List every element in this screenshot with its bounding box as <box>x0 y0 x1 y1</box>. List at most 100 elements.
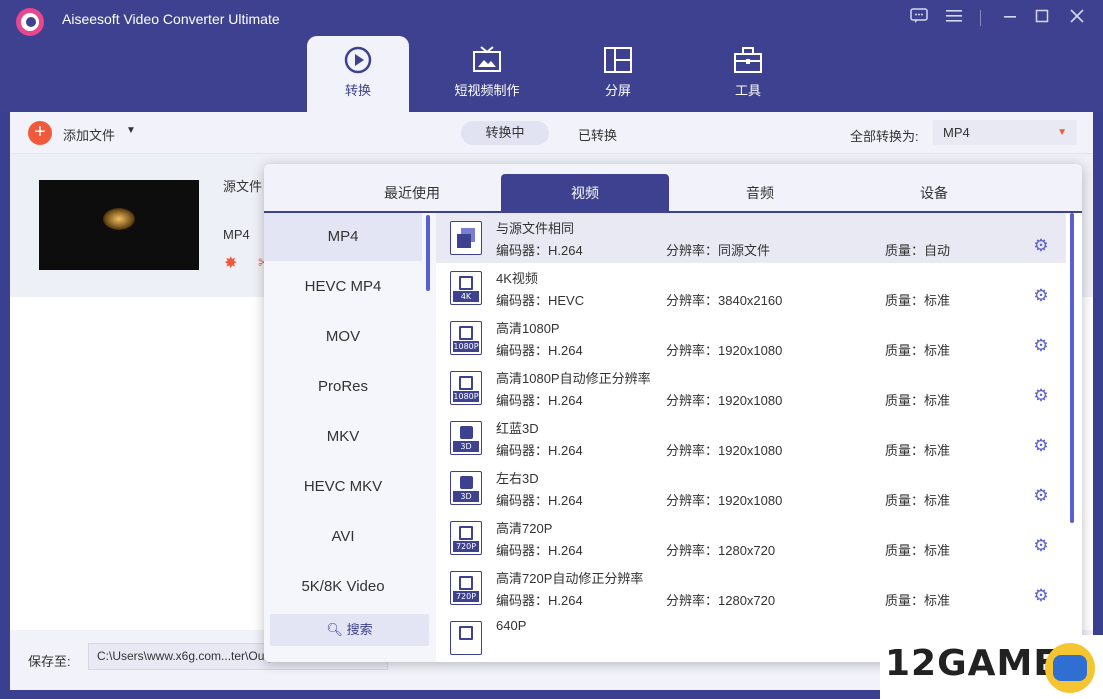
close-icon[interactable] <box>1066 8 1088 30</box>
preset-row[interactable]: 720P 高清720P自动修正分辨率 编码器：H.264 分辨率：1280x72… <box>436 563 1066 613</box>
gear-icon[interactable]: ⚙ <box>1032 387 1050 405</box>
preset-resolution: 分辨率：同源文件 <box>666 243 771 258</box>
converting-tab[interactable]: 转换中 <box>461 121 549 145</box>
tab-audio[interactable]: 音频 <box>676 174 844 212</box>
effects-icon[interactable]: ✸ <box>224 253 237 273</box>
tab-split-screen[interactable]: 分屏 <box>567 36 669 112</box>
format-item-avi[interactable]: AVI <box>264 513 422 561</box>
film-icon: 720P <box>450 571 482 605</box>
preset-quality: 质量：标准 <box>885 593 951 608</box>
add-files-label[interactable]: 添加文件 <box>63 125 115 144</box>
preset-quality: 质量：标准 <box>885 393 951 408</box>
format-item-mp4[interactable]: MP4 <box>264 213 422 261</box>
add-files-dropdown-icon[interactable]: ▼ <box>126 125 136 136</box>
preset-name: 红蓝3D <box>496 421 539 436</box>
split-screen-icon <box>604 47 632 73</box>
preset-name: 640P <box>496 618 527 633</box>
tab-convert[interactable]: 转换 <box>307 36 409 112</box>
maximize-icon[interactable] <box>1031 8 1053 30</box>
preset-row[interactable]: 3D 左右3D 编码器：H.264 分辨率：1920x1080 质量：标准 ⚙ <box>436 463 1066 513</box>
preset-badge: 720P <box>453 591 479 602</box>
menu-icon[interactable] <box>943 8 965 30</box>
gear-icon[interactable]: ⚙ <box>1032 537 1050 555</box>
tab-tools[interactable]: 工具 <box>697 36 799 112</box>
toolbox-icon <box>734 47 762 73</box>
format-search-button[interactable]: 🔍︎ 搜索 <box>270 614 429 646</box>
title-bar-divider <box>980 10 981 26</box>
video-thumbnail[interactable] <box>39 180 199 270</box>
gear-icon[interactable]: ⚙ <box>1032 487 1050 505</box>
tab-convert-label: 转换 <box>344 83 371 98</box>
format-item-hevc-mp4[interactable]: HEVC MP4 <box>264 263 422 311</box>
source-format: MP4 <box>223 227 250 242</box>
watermark: 12GAME <box>880 635 1103 699</box>
watermark-text: 12GAME <box>885 643 1059 684</box>
tab-device[interactable]: 设备 <box>850 174 1018 212</box>
preset-codec: 编码器：H.264 <box>496 543 583 558</box>
tab-video[interactable]: 视频 <box>501 174 669 212</box>
tab-split-screen-label: 分屏 <box>604 83 631 98</box>
format-item-hevc-mkv[interactable]: HEVC MKV <box>264 463 422 511</box>
preset-resolution: 分辨率：3840x2160 <box>666 293 783 308</box>
gear-icon[interactable]: ⚙ <box>1032 237 1050 255</box>
preset-codec: 编码器：H.264 <box>496 443 583 458</box>
preset-badge: 1080P <box>453 341 479 352</box>
feedback-icon[interactable] <box>908 8 930 30</box>
format-item-mkv[interactable]: MKV <box>264 413 422 461</box>
app-title: Aiseesoft Video Converter Ultimate <box>62 11 280 27</box>
preset-row[interactable]: 与源文件相同 编码器：H.264 分辨率：同源文件 质量：自动 ⚙ <box>436 213 1066 263</box>
preset-badge: 3D <box>453 491 479 502</box>
cube-icon: 3D <box>450 421 482 455</box>
convert-all-format-select[interactable]: MP4 ▼ <box>933 120 1077 145</box>
film-icon: 1080P <box>450 371 482 405</box>
preset-list: 与源文件相同 编码器：H.264 分辨率：同源文件 质量：自动 ⚙ 4K 4K视… <box>436 213 1082 662</box>
preset-row[interactable]: 720P 高清720P 编码器：H.264 分辨率：1280x720 质量：标准… <box>436 513 1066 563</box>
minimize-icon[interactable] <box>999 8 1021 30</box>
gear-icon[interactable]: ⚙ <box>1032 437 1050 455</box>
save-to-label: 保存至: <box>28 654 71 669</box>
cube-icon: 3D <box>450 471 482 505</box>
tab-recent[interactable]: 最近使用 <box>328 174 496 212</box>
preset-codec: 编码器：H.264 <box>496 393 583 408</box>
convert-all-format-value: MP4 <box>943 125 970 140</box>
preset-row[interactable]: 1080P 高清1080P自动修正分辨率 编码器：H.264 分辨率：1920x… <box>436 363 1066 413</box>
preset-resolution: 分辨率：1280x720 <box>666 543 776 558</box>
preset-name: 与源文件相同 <box>496 221 575 236</box>
preset-name: 4K视频 <box>496 271 538 286</box>
format-item-mov[interactable]: MOV <box>264 313 422 361</box>
converted-tab[interactable]: 已转换 <box>578 125 617 144</box>
gear-icon[interactable]: ⚙ <box>1032 287 1050 305</box>
preset-quality: 质量：标准 <box>885 443 951 458</box>
preset-resolution: 分辨率：1280x720 <box>666 593 776 608</box>
preset-resolution: 分辨率：1920x1080 <box>666 393 783 408</box>
add-files-button[interactable]: + <box>28 121 52 145</box>
preset-resolution: 分辨率：1920x1080 <box>666 443 783 458</box>
format-item-5k8k[interactable]: 5K/8K Video <box>264 563 422 611</box>
preset-row[interactable]: 1080P 高清1080P 编码器：H.264 分辨率：1920x1080 质量… <box>436 313 1066 363</box>
preset-codec: 编码器：H.264 <box>496 593 583 608</box>
preset-quality: 质量：自动 <box>885 243 951 258</box>
gear-icon[interactable]: ⚙ <box>1032 587 1050 605</box>
format-list-scrollbar[interactable] <box>426 215 430 291</box>
app-header: Aiseesoft Video Converter Ultimate 转换 短视… <box>0 0 1103 112</box>
preset-row[interactable]: 3D 红蓝3D 编码器：H.264 分辨率：1920x1080 质量：标准 ⚙ <box>436 413 1066 463</box>
preset-badge: 720P <box>453 541 479 552</box>
app-logo-icon <box>16 8 44 36</box>
preset-list-scrollbar[interactable] <box>1070 213 1074 523</box>
preset-row[interactable]: 4K 4K视频 编码器：HEVC 分辨率：3840x2160 质量：标准 ⚙ <box>436 263 1066 313</box>
tab-short-video[interactable]: 短视频制作 <box>436 36 538 112</box>
preset-name: 左右3D <box>496 471 539 486</box>
preset-quality: 质量：标准 <box>885 293 951 308</box>
preset-name: 高清1080P <box>496 321 560 336</box>
same-as-source-icon <box>450 221 482 255</box>
preset-name: 高清1080P自动修正分辨率 <box>496 371 651 386</box>
tab-tools-label: 工具 <box>734 83 761 98</box>
preset-quality: 质量：标准 <box>885 543 951 558</box>
film-icon: 4K <box>450 271 482 305</box>
toolbar: + 添加文件 ▼ 转换中 已转换 全部转换为: MP4 ▼ <box>10 112 1093 154</box>
gear-icon[interactable]: ⚙ <box>1032 337 1050 355</box>
panel-tabs: 最近使用 视频 音频 设备 <box>264 164 1082 212</box>
preset-resolution: 分辨率：1920x1080 <box>666 493 783 508</box>
format-item-prores[interactable]: ProRes <box>264 363 422 411</box>
film-icon: 720P <box>450 521 482 555</box>
